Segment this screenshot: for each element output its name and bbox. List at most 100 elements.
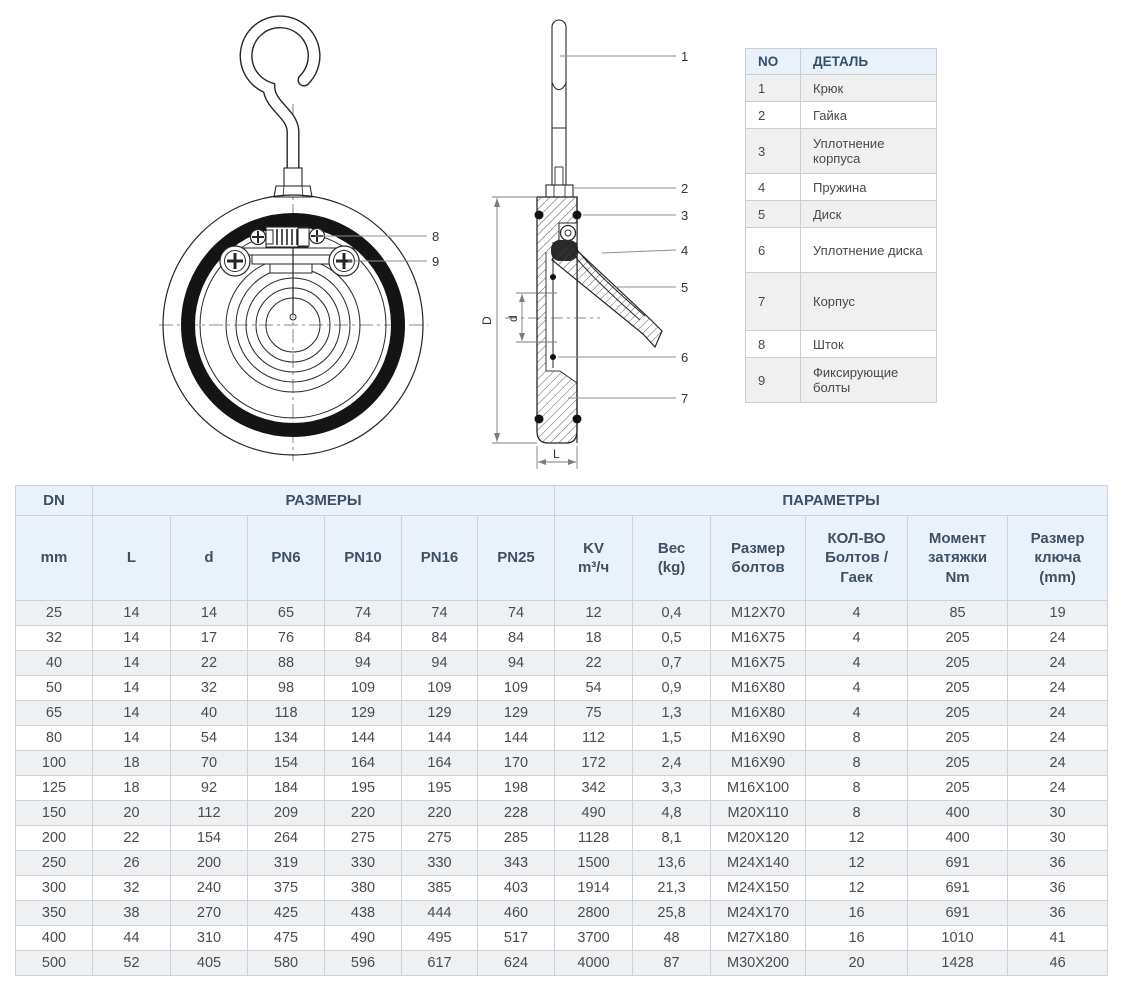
table-cell: 13,6: [633, 851, 711, 876]
hook-side: [552, 20, 566, 185]
table-cell: 25,8: [633, 901, 711, 926]
table-cell: 200: [16, 826, 93, 851]
table-row: 2Гайка: [746, 102, 937, 129]
table-cell: 22: [555, 651, 633, 676]
table-cell: 400: [16, 926, 93, 951]
table-cell: 17: [171, 626, 248, 651]
table-cell: 40: [171, 701, 248, 726]
table-cell: 1500: [555, 851, 633, 876]
table-cell: 70: [171, 751, 248, 776]
table-cell: 94: [478, 651, 555, 676]
table-cell: 16: [806, 901, 908, 926]
table-cell: 118: [248, 701, 325, 726]
table-cell: 48: [633, 926, 711, 951]
table-cell: 184: [248, 776, 325, 801]
table-cell: M16X75: [711, 651, 806, 676]
hook-front: [246, 22, 314, 170]
table-cell: 205: [908, 776, 1008, 801]
callout-1: 1: [681, 49, 688, 64]
table-cell: M20X110: [711, 801, 806, 826]
table-cell: Уплотнение диска: [801, 228, 937, 273]
table-cell: 94: [402, 651, 478, 676]
table-cell: M24X170: [711, 901, 806, 926]
table-cell: 500: [16, 951, 93, 976]
group-header-parametry: ПАРАМЕТРЫ: [555, 486, 1108, 516]
table-cell: 205: [908, 626, 1008, 651]
table-cell: 4: [746, 174, 801, 201]
dim-label-L: L: [553, 447, 560, 461]
table-cell: 12: [806, 876, 908, 901]
table-cell: 8: [806, 801, 908, 826]
table-cell: 264: [248, 826, 325, 851]
table-cell: 200: [171, 851, 248, 876]
table-cell: 1914: [555, 876, 633, 901]
table-cell: 12: [555, 601, 633, 626]
table-cell: 54: [171, 726, 248, 751]
table-cell: 44: [93, 926, 171, 951]
table-cell: 444: [402, 901, 478, 926]
table-cell: 32: [171, 676, 248, 701]
table-row: 651440118129129129751,3M16X80420524: [16, 701, 1108, 726]
table-cell: 24: [1008, 651, 1108, 676]
table-row: 4Пружина: [746, 174, 937, 201]
table-cell: 209: [248, 801, 325, 826]
parts-list-table: NO ДЕТАЛЬ 1Крюк2Гайка3Уплотнение корпуса…: [745, 48, 937, 403]
table-cell: 2800: [555, 901, 633, 926]
table-cell: 85: [908, 601, 1008, 626]
table-cell: 495: [402, 926, 478, 951]
table-cell: 87: [633, 951, 711, 976]
table-cell: M27X180: [711, 926, 806, 951]
table-cell: 4: [806, 676, 908, 701]
callout-2: 2: [681, 181, 688, 196]
table-cell: 624: [478, 951, 555, 976]
table-cell: 400: [908, 826, 1008, 851]
table-cell: 270: [171, 901, 248, 926]
table-cell: 109: [478, 676, 555, 701]
datasheet-page: 8 9: [0, 0, 1125, 1000]
table-cell: 2,4: [633, 751, 711, 776]
table-cell: 40: [16, 651, 93, 676]
table-row: 150201122092202202284904,8M20X110840030: [16, 801, 1108, 826]
table-cell: 1,3: [633, 701, 711, 726]
table-cell: 4: [806, 626, 908, 651]
callout-6: 6: [681, 350, 688, 365]
spring-front: [266, 227, 309, 247]
column-header: d: [171, 516, 248, 601]
table-cell: 14: [93, 651, 171, 676]
table-cell: 92: [171, 776, 248, 801]
column-header: L: [93, 516, 171, 601]
table-cell: 6: [746, 228, 801, 273]
table-cell: 198: [478, 776, 555, 801]
table-cell: 4: [806, 601, 908, 626]
table-cell: 385: [402, 876, 478, 901]
table-cell: 36: [1008, 901, 1108, 926]
table-cell: 3,3: [633, 776, 711, 801]
table-cell: 24: [1008, 776, 1108, 801]
table-cell: 0,5: [633, 626, 711, 651]
table-cell: 129: [478, 701, 555, 726]
table-cell: 109: [325, 676, 402, 701]
table-cell: 5: [746, 201, 801, 228]
table-cell: 84: [402, 626, 478, 651]
parts-header-detail: ДЕТАЛЬ: [801, 49, 937, 75]
callout-9: 9: [432, 254, 439, 269]
table-cell: 80: [16, 726, 93, 751]
table-cell: 21,3: [633, 876, 711, 901]
column-header: Вес (kg): [633, 516, 711, 601]
table-cell: 580: [248, 951, 325, 976]
table-cell: 8: [806, 776, 908, 801]
table-cell: 1,5: [633, 726, 711, 751]
table-cell: 84: [325, 626, 402, 651]
table-row: 40142288949494220,7M16X75420524: [16, 651, 1108, 676]
column-header: Размер ключа (mm): [1008, 516, 1108, 601]
table-cell: 16: [806, 926, 908, 951]
table-cell: 24: [1008, 726, 1108, 751]
table-cell: 438: [325, 901, 402, 926]
table-cell: 98: [248, 676, 325, 701]
table-cell: 54: [555, 676, 633, 701]
table-cell: 12: [806, 826, 908, 851]
nut-side: [546, 185, 573, 197]
dimensions-table: DN РАЗМЕРЫ ПАРАМЕТРЫ mmLdPN6PN10PN16PN25…: [15, 485, 1108, 976]
table-cell: 20: [806, 951, 908, 976]
table-cell: 4: [806, 651, 908, 676]
